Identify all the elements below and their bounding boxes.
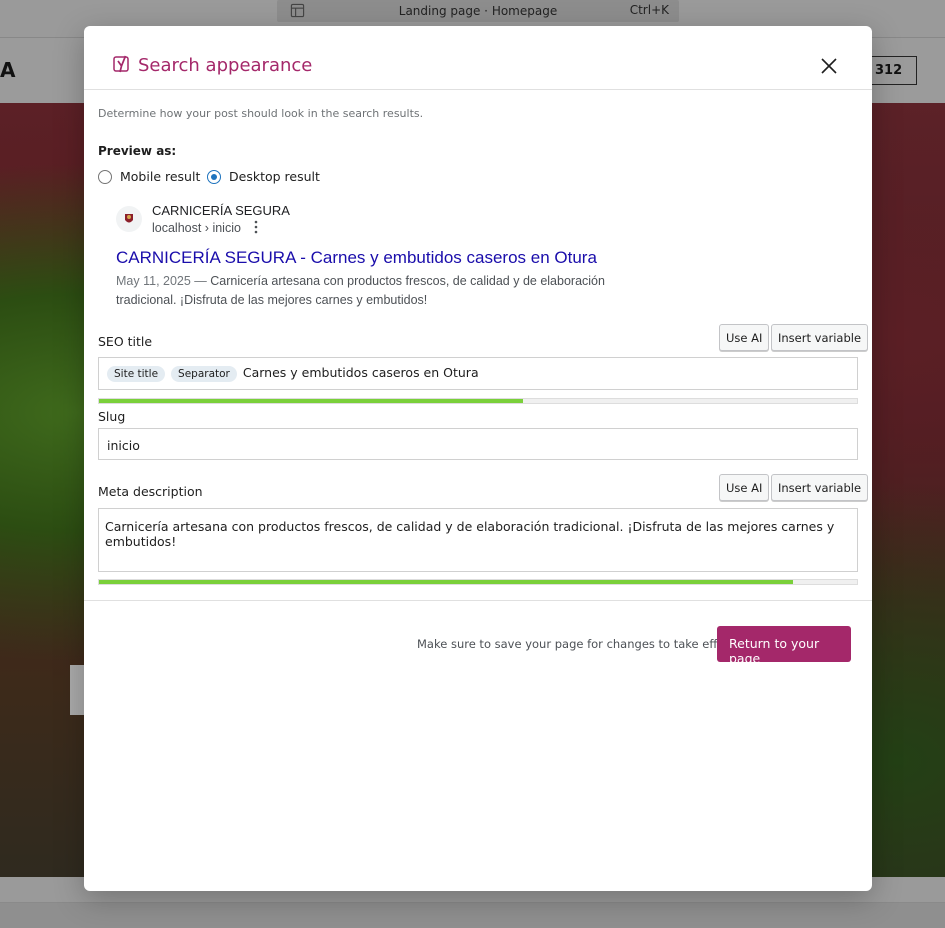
slug-label: Slug	[98, 409, 126, 424]
command-palette-bar[interactable]: Landing page · Homepage Ctrl+K	[277, 0, 679, 22]
seo-title-value: Carnes y embutidos caseros en Otura	[242, 365, 479, 380]
preview-title: CARNICERÍA SEGURA - Carnes y embutidos c…	[116, 248, 597, 267]
mobile-result-label: Mobile result	[120, 169, 201, 184]
radio-checked[interactable]	[207, 169, 221, 184]
preview-site-name: CARNICERÍA SEGURA	[152, 203, 290, 218]
meta-description-progress-bar	[98, 579, 858, 585]
seo-title-progress-bar	[98, 398, 858, 404]
footer-divider	[84, 600, 872, 601]
preview-url: localhost › inicio	[152, 221, 241, 235]
modal-title: Search appearance	[138, 55, 313, 76]
seo-title-progress-fill	[99, 399, 524, 403]
meta-description-progress-fill	[99, 580, 793, 584]
seo-title-insert-variable-button[interactable]: Insert variable	[771, 324, 869, 351]
desktop-result-label: Desktop result	[229, 169, 320, 184]
meta-description-use-ai-button[interactable]: Use AI	[719, 474, 770, 501]
radio-unchecked[interactable]	[98, 169, 112, 184]
site-favicon-icon	[116, 206, 142, 232]
site-title-variable-pill[interactable]: Site title	[107, 366, 166, 382]
slug-value: inicio	[107, 438, 140, 453]
meta-description-value: Carnicería artesana con productos fresco…	[105, 519, 835, 549]
preview-description-block: May 11, 2025 — Carnicería artesana con p…	[116, 272, 626, 310]
editor-status-bar	[0, 903, 945, 928]
meta-description-label: Meta description	[98, 484, 203, 499]
preview-as-label: Preview as:	[98, 144, 177, 158]
seo-title-input[interactable]: Site title Separator Carnes y embutidos ca…	[98, 357, 858, 390]
modal-header: Search appearance	[84, 26, 872, 90]
return-to-page-button[interactable]: Return to your page	[717, 626, 851, 666]
yoast-logo-icon	[113, 55, 129, 73]
desktop-result-radio[interactable]: Desktop result	[207, 169, 320, 184]
search-appearance-modal: Search appearance Determine how your pos…	[84, 26, 872, 891]
mobile-result-radio[interactable]: Mobile result	[98, 169, 200, 184]
intro-text: Determine how your post should look in t…	[98, 107, 424, 120]
separator-variable-pill[interactable]: Separator	[171, 366, 237, 382]
slug-input[interactable]: inicio	[98, 428, 858, 460]
command-bar-shortcut: Ctrl+K	[629, 3, 669, 17]
meta-description-input[interactable]: Carnicería artesana con productos fresco…	[98, 508, 858, 572]
command-bar-label: Landing page · Homepage	[398, 4, 558, 18]
seo-title-label: SEO title	[98, 334, 153, 349]
save-reminder-text: Make sure to save your page for changes …	[417, 637, 736, 651]
meta-description-insert-variable-button[interactable]: Insert variable	[771, 474, 869, 501]
more-options-icon	[254, 220, 258, 234]
preview-date: May 11, 2025 —	[116, 274, 207, 288]
seo-title-use-ai-button[interactable]: Use AI	[719, 324, 770, 351]
close-icon[interactable]	[818, 55, 840, 77]
site-logo-fragment: A	[0, 58, 16, 82]
